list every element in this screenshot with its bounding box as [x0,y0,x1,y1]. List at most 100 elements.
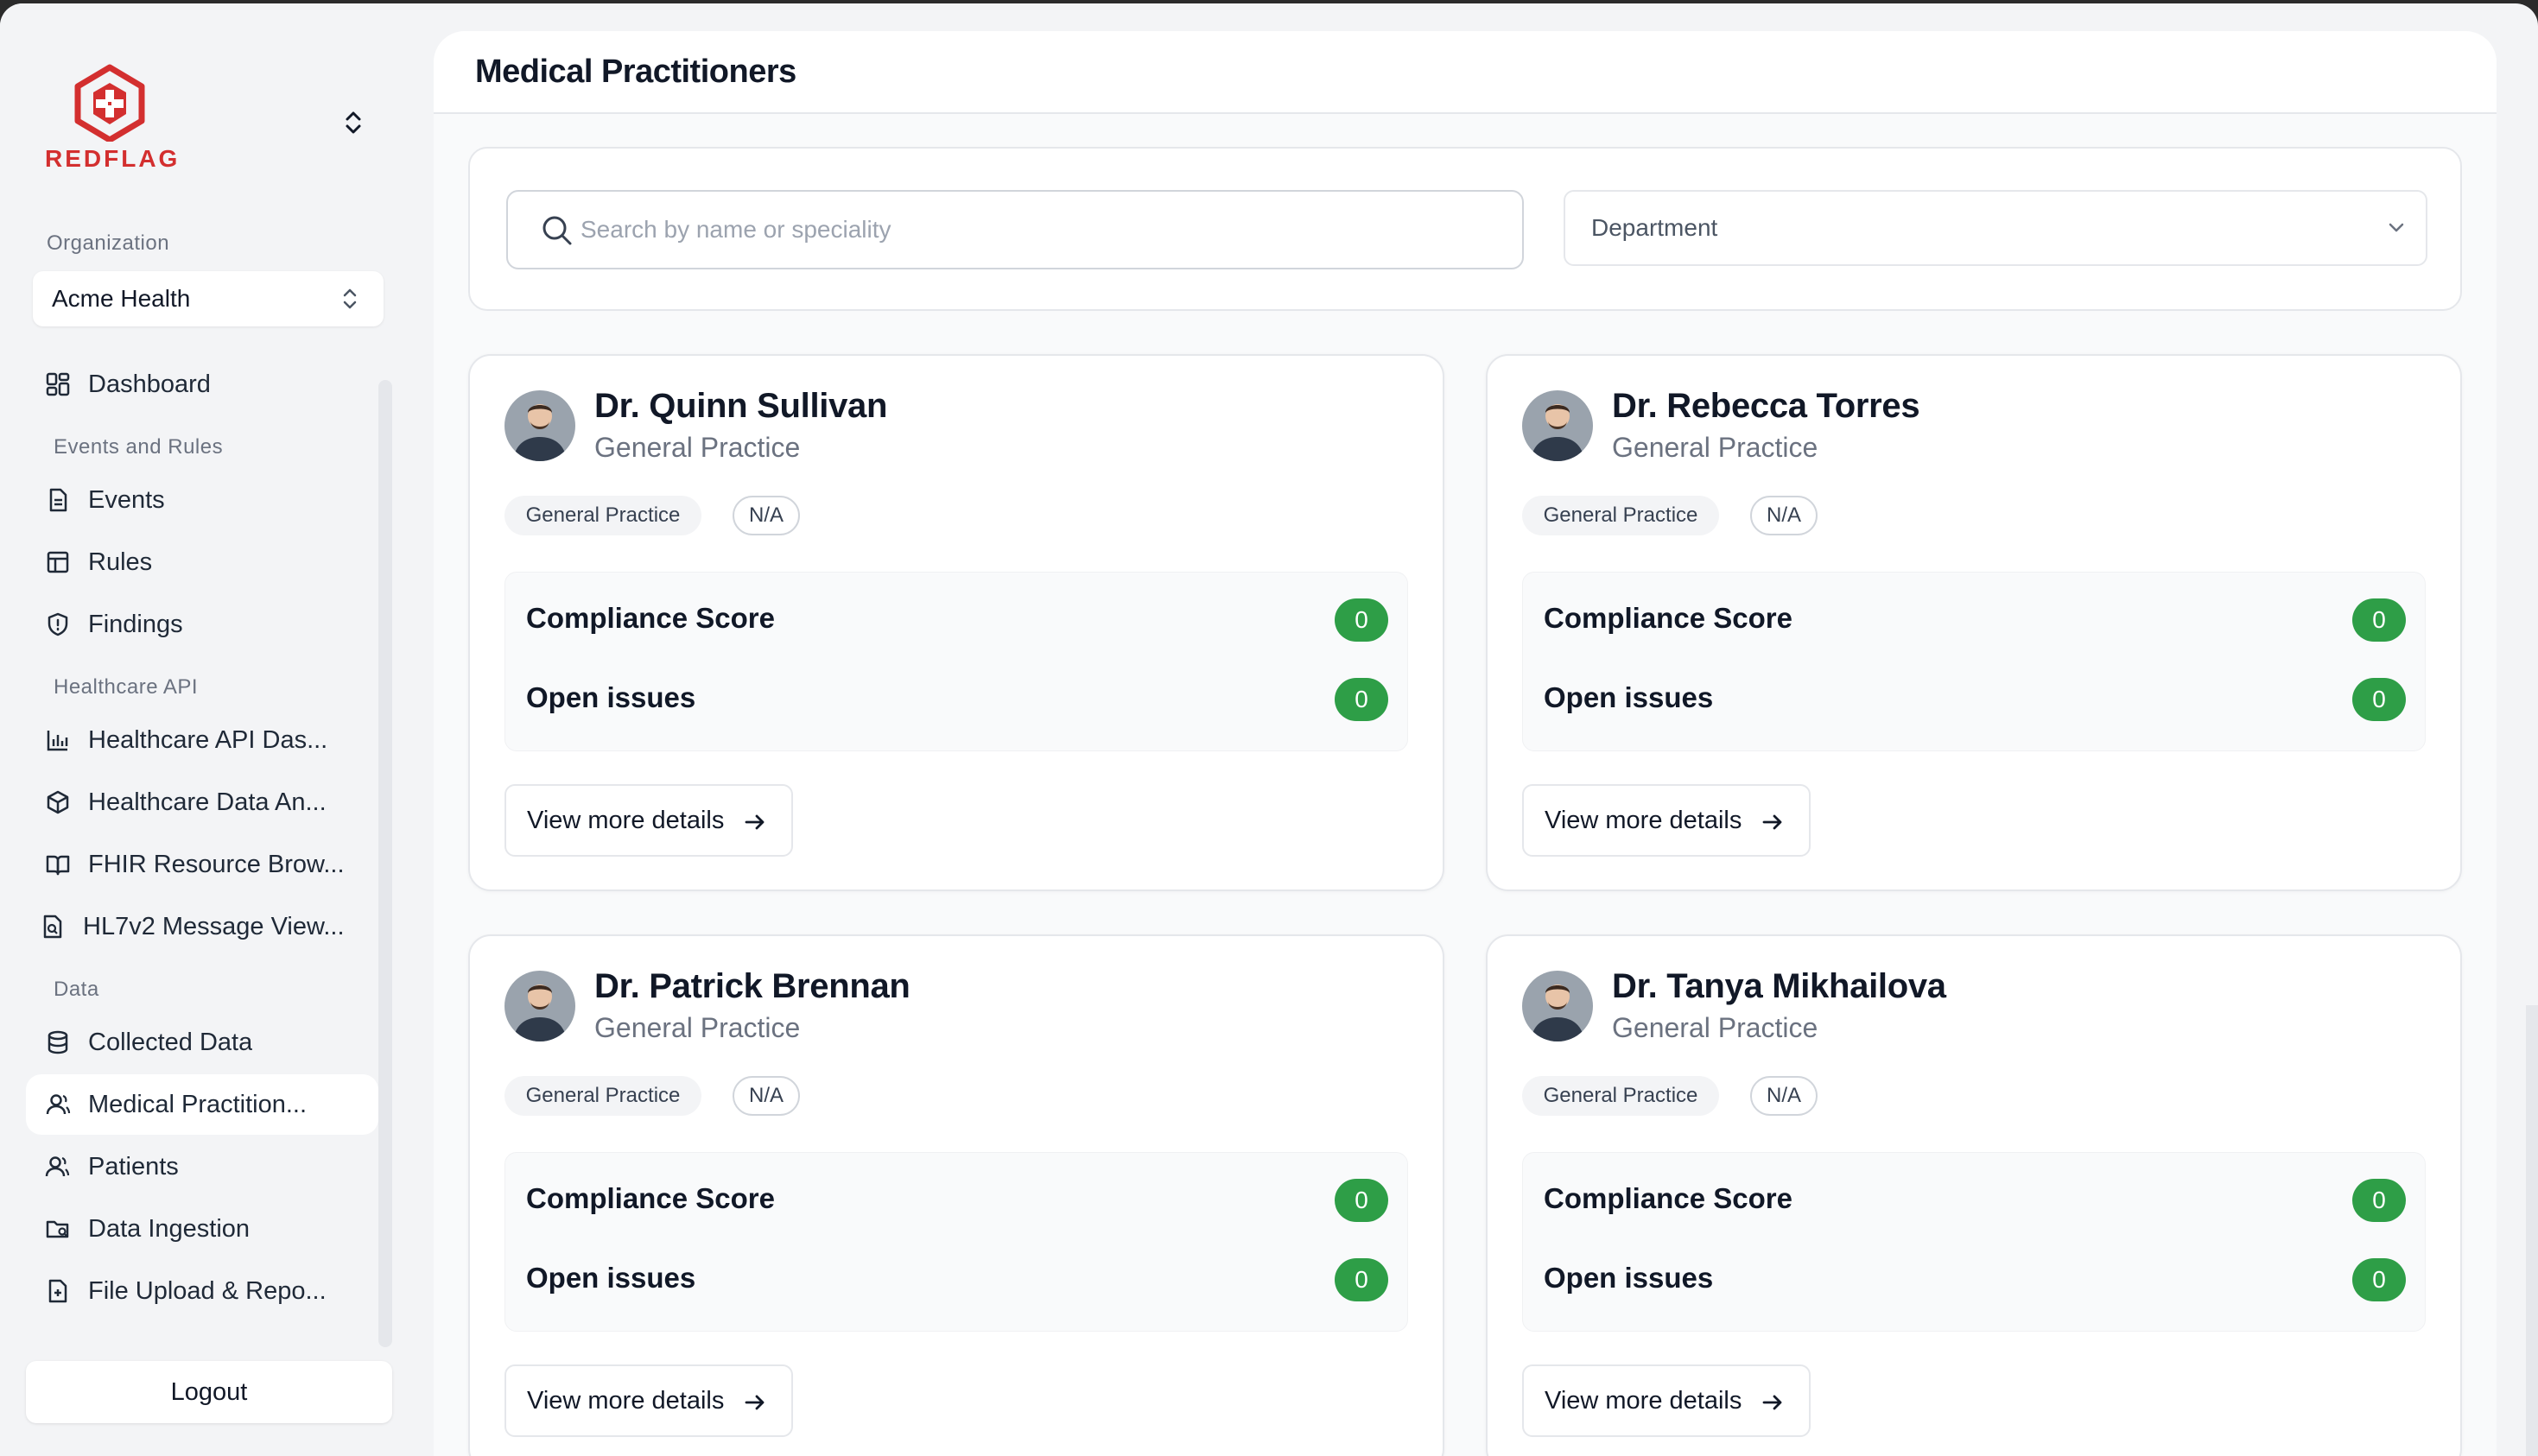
sidebar-item-label: Collected Data [88,1028,253,1056]
stats-panel: Compliance Score 0 Open issues 0 [504,1152,1408,1332]
open-issues-badge: 0 [1335,1258,1388,1301]
arrow-right-icon [745,814,765,830]
specialty-tag: General Practice [1522,496,1719,535]
stats-panel: Compliance Score 0 Open issues 0 [504,572,1408,751]
status-tag: N/A [733,496,800,535]
compliance-score-badge: 0 [2352,1179,2406,1222]
book-icon [46,855,70,876]
search-field[interactable] [506,190,1524,269]
sidebar-item-findings[interactable]: Findings [26,594,378,655]
file-icon [49,488,67,512]
organization-select[interactable]: Acme Health [33,271,384,326]
logo[interactable]: REDFLAG [45,64,177,176]
sidebar-item-patients[interactable]: Patients [26,1136,378,1197]
sidebar-item-label: Healthcare Data An... [88,788,327,816]
compliance-score-label: Compliance Score [1544,1182,1792,1214]
practitioner-card: Dr. Tanya Mikhailova General Practice Ge… [1486,934,2462,1456]
view-details-button[interactable]: View more details [1522,1364,1811,1437]
practitioner-specialty: General Practice [594,432,801,463]
search-input[interactable] [581,216,1522,244]
specialty-tag: General Practice [504,496,701,535]
practitioner-specialty: General Practice [1612,1012,1818,1043]
avatar [1522,971,1593,1041]
view-details-button[interactable]: View more details [504,784,793,857]
sidebar-item-label: Patients [88,1152,179,1181]
page-scrollbar[interactable] [2526,1005,2538,1456]
practitioner-name: Dr. Tanya Mikhailova [1612,967,1946,1005]
sidebar-item-healthcare-api-dashboard[interactable]: Healthcare API Das... [26,710,378,770]
sidebar-item-data-ingestion[interactable]: Data Ingestion [26,1199,378,1259]
sidebar-scrollbar[interactable] [378,380,392,1347]
avatar [504,971,575,1041]
sidebar-item-label: Rules [88,548,153,576]
redflag-logo-icon [74,64,145,142]
sidebar-item-rules[interactable]: Rules [26,532,378,592]
practitioner-name: Dr. Patrick Brennan [594,967,911,1005]
sidebar-item-label: HL7v2 Message View... [83,912,345,940]
avatar [1522,390,1593,461]
cube-icon [47,790,69,814]
view-details-button[interactable]: View more details [504,1364,793,1437]
view-details-button[interactable]: View more details [1522,784,1811,857]
app-window: REDFLAG Organization Acme Health Dashboa… [0,3,2538,1456]
sidebar-item-fhir-resource-browser[interactable]: FHIR Resource Brow... [26,834,378,895]
sidebar-item-collected-data[interactable]: Collected Data [26,1012,378,1073]
file-plus-icon [48,1279,67,1303]
main-content: Medical Practitioners Department Dr. Qui… [434,31,2497,1456]
compliance-score-label: Compliance Score [526,602,775,634]
table-icon [47,551,69,573]
folder-search-icon [46,1220,69,1238]
status-tag: N/A [1750,1076,1818,1116]
sidebar-item-medical-practitioners[interactable]: Medical Practition... [26,1074,378,1135]
sidebar-item-label: Healthcare API Das... [88,725,328,754]
page-header: Medical Practitioners [434,31,2497,114]
arrow-right-icon [1762,814,1782,830]
sidebar-item-file-upload-reports[interactable]: File Upload & Repo... [26,1261,378,1321]
view-details-label: View more details [527,806,725,834]
sidebar-item-healthcare-data-analytics[interactable]: Healthcare Data An... [26,772,378,832]
open-issues-badge: 0 [1335,678,1388,721]
compliance-score-badge: 0 [1335,1179,1388,1222]
file-search-icon [43,915,62,939]
dashboard-icon [46,372,70,396]
database-icon [48,1030,68,1054]
organization-value: Acme Health [52,285,191,312]
open-issues-label: Open issues [526,1262,696,1294]
chevrons-up-down-icon [343,288,357,309]
practitioner-card: Dr. Rebecca Torres General Practice Gene… [1486,354,2462,891]
sidebar-item-label: Dashboard [88,370,211,398]
status-tag: N/A [733,1076,800,1116]
section-healthcare-api: Healthcare API [54,675,199,699]
org-switch-icon[interactable] [340,107,366,138]
stats-panel: Compliance Score 0 Open issues 0 [1522,1152,2426,1332]
bar-chart-icon [47,731,68,751]
filter-bar: Department [468,147,2462,311]
practitioner-card: Dr. Patrick Brennan General Practice Gen… [468,934,1444,1456]
sidebar-item-hl7v2-message-viewer[interactable]: HL7v2 Message View... [26,896,378,957]
avatar [504,390,575,461]
compliance-score-badge: 0 [1335,598,1388,642]
arrow-right-icon [745,1395,765,1410]
view-details-label: View more details [527,1386,725,1415]
logout-button[interactable]: Logout [26,1361,392,1423]
sidebar-item-label: Events [88,485,165,514]
practitioner-specialty: General Practice [1612,432,1818,463]
users-icon [45,1156,70,1177]
sidebar-item-label: Medical Practition... [88,1090,308,1118]
view-details-label: View more details [1545,806,1742,834]
sidebar-item-events[interactable]: Events [26,470,378,530]
open-issues-badge: 0 [2352,678,2406,721]
open-issues-label: Open issues [1544,1262,1714,1294]
department-select[interactable]: Department [1564,190,2427,266]
section-events-and-rules: Events and Rules [54,435,224,459]
department-label: Department [1591,214,1718,241]
status-tag: N/A [1750,496,1818,535]
practitioner-card: Dr. Quinn Sullivan General Practice Gene… [468,354,1444,891]
sidebar-item-label: File Upload & Repo... [88,1276,327,1305]
sidebar-item-label: FHIR Resource Brow... [88,850,345,878]
organization-label: Organization [47,231,170,255]
stats-panel: Compliance Score 0 Open issues 0 [1522,572,2426,751]
sidebar-item-dashboard[interactable]: Dashboard [26,354,378,415]
compliance-score-label: Compliance Score [526,1182,775,1214]
chevron-down-icon [2389,223,2404,232]
